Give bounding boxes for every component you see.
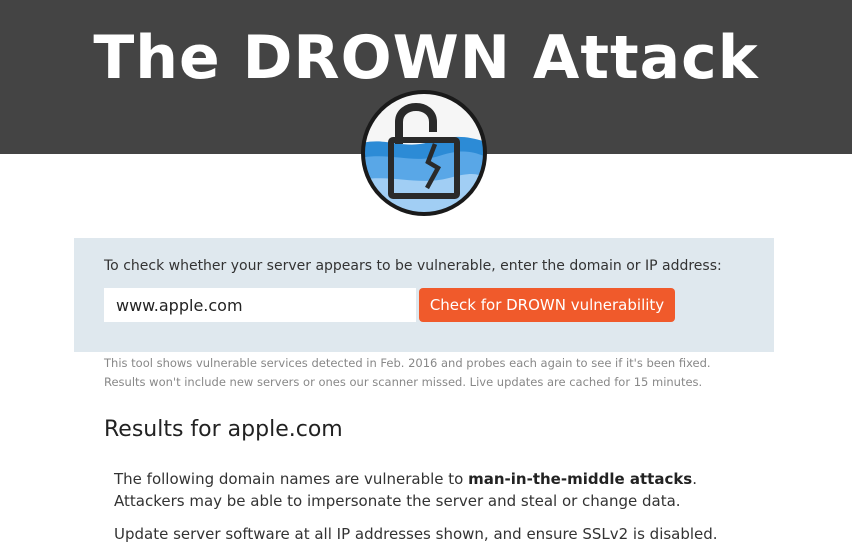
tool-note-line: Results won't include new servers or one…: [104, 375, 703, 389]
results-text: The following domain names are vulnerabl…: [114, 470, 469, 488]
attack-type-emphasis: man-in-the-middle attacks: [468, 470, 693, 488]
results-text: .: [692, 470, 698, 488]
tool-note-line: This tool shows vulnerable services dete…: [104, 356, 711, 370]
check-prompt: To check whether your server appears to …: [104, 258, 722, 274]
site-title: The DROWN Attack: [93, 23, 759, 93]
results-paragraph: The following domain names are vulnerabl…: [114, 468, 814, 490]
results-paragraph: Attackers may be able to impersonate the…: [114, 492, 681, 510]
results-body: The following domain names are vulnerabl…: [114, 468, 814, 545]
check-panel: To check whether your server appears to …: [74, 238, 774, 352]
results-heading: Results for apple.com: [104, 417, 343, 442]
check-vulnerability-button[interactable]: Check for DROWN vulnerability: [419, 288, 675, 322]
results-paragraph: Update server software at all IP address…: [114, 525, 718, 543]
broken-padlock-icon: [359, 88, 489, 218]
domain-input[interactable]: [104, 288, 416, 322]
tool-note: This tool shows vulnerable services dete…: [104, 354, 784, 392]
